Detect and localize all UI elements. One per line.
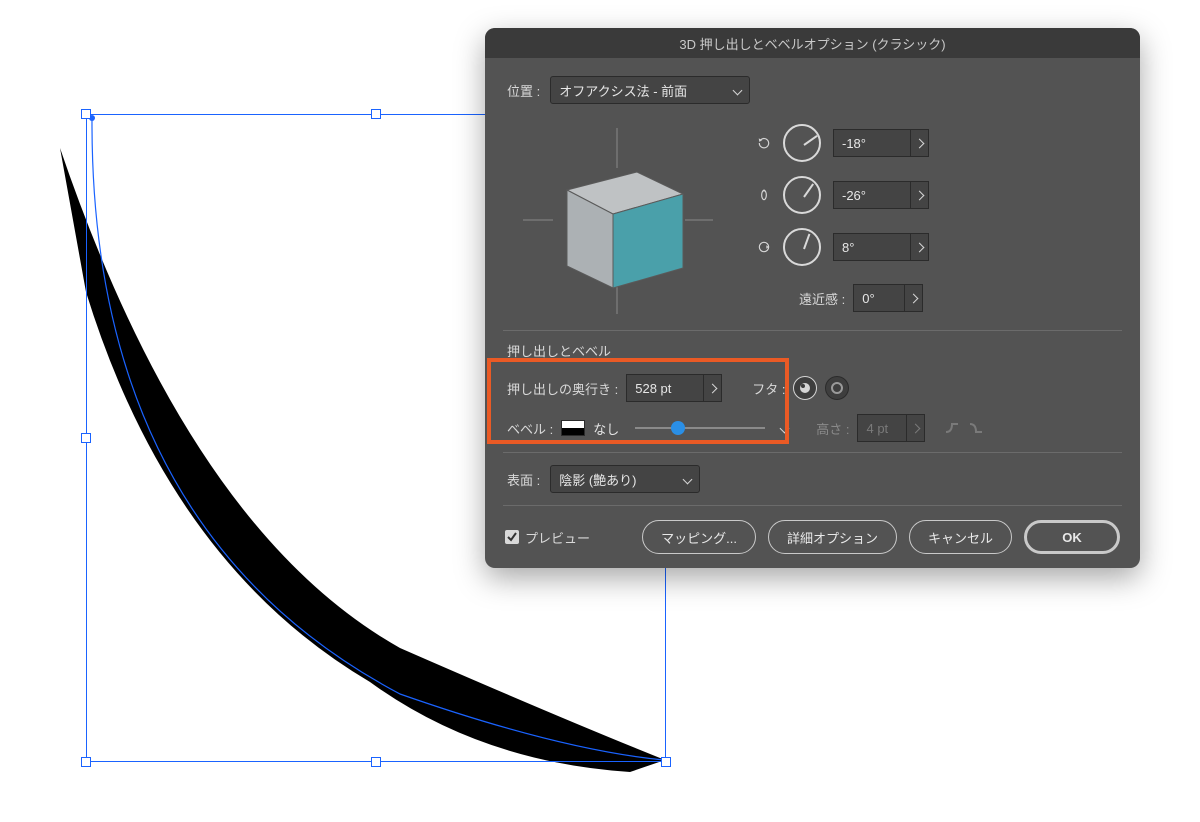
- preview-checkbox[interactable]: [505, 530, 519, 544]
- surface-select[interactable]: 陰影 (艶あり): [550, 465, 700, 493]
- rot-y-stepper[interactable]: [911, 181, 929, 209]
- handle-bot-right[interactable]: [661, 757, 671, 767]
- cancel-button[interactable]: キャンセル: [909, 520, 1012, 554]
- cap-hollow-icon: [830, 381, 844, 395]
- cap-off-button[interactable]: [825, 376, 849, 400]
- height-stepper: [907, 414, 925, 442]
- surface-label: 表面 :: [507, 470, 540, 489]
- chevron-down-icon: [683, 474, 693, 484]
- dialog-title: 3D 押し出しとベベルオプション (クラシック): [485, 28, 1140, 58]
- height-label: 高さ :: [816, 419, 849, 438]
- rot-x-stepper[interactable]: [911, 129, 929, 157]
- handle-top-left[interactable]: [81, 109, 91, 119]
- rot-z-input[interactable]: 8°: [833, 233, 911, 261]
- highlight-box: [487, 358, 789, 444]
- handle-bot-mid[interactable]: [371, 757, 381, 767]
- advanced-button[interactable]: 詳細オプション: [768, 520, 897, 554]
- cap-solid-icon: [798, 381, 812, 395]
- handle-top-mid[interactable]: [371, 109, 381, 119]
- surface-value: 陰影 (艶あり): [559, 470, 678, 489]
- position-label: 位置 :: [507, 81, 540, 100]
- chevron-down-icon: [733, 86, 743, 96]
- mapping-button[interactable]: マッピング...: [642, 520, 756, 554]
- rotate-y-icon: [757, 188, 771, 202]
- rot-x-input[interactable]: -18°: [833, 129, 911, 157]
- preview-label: プレビュー: [525, 528, 590, 547]
- cap-on-button[interactable]: [793, 376, 817, 400]
- extrude-section-label: 押し出しとベベル: [507, 331, 1118, 360]
- height-input: 4 pt: [857, 414, 907, 442]
- rotate-x-icon: [757, 136, 771, 150]
- rot-y-dial[interactable]: [783, 176, 821, 214]
- bevel-in-button: [943, 418, 961, 439]
- rot-y-input[interactable]: -26°: [833, 181, 911, 209]
- rot-x-dial[interactable]: [783, 124, 821, 162]
- orientation-preview[interactable]: [507, 120, 727, 320]
- bevel-out-button: [967, 418, 985, 439]
- rot-z-dial[interactable]: [783, 228, 821, 266]
- rot-z-stepper[interactable]: [911, 233, 929, 261]
- rotate-z-icon: [757, 240, 771, 254]
- ok-button[interactable]: OK: [1024, 520, 1120, 554]
- position-select[interactable]: オフアクシス法 - 前面: [550, 76, 750, 104]
- perspective-input[interactable]: 0°: [853, 284, 905, 312]
- perspective-stepper[interactable]: [905, 284, 923, 312]
- position-value: オフアクシス法 - 前面: [559, 81, 728, 100]
- perspective-label: 遠近感 :: [799, 289, 845, 308]
- check-icon: [506, 531, 518, 543]
- extrude-bevel-dialog: 3D 押し出しとベベルオプション (クラシック) 位置 : オフアクシス法 - …: [485, 28, 1140, 568]
- handle-bot-left[interactable]: [81, 757, 91, 767]
- handle-mid-left[interactable]: [81, 433, 91, 443]
